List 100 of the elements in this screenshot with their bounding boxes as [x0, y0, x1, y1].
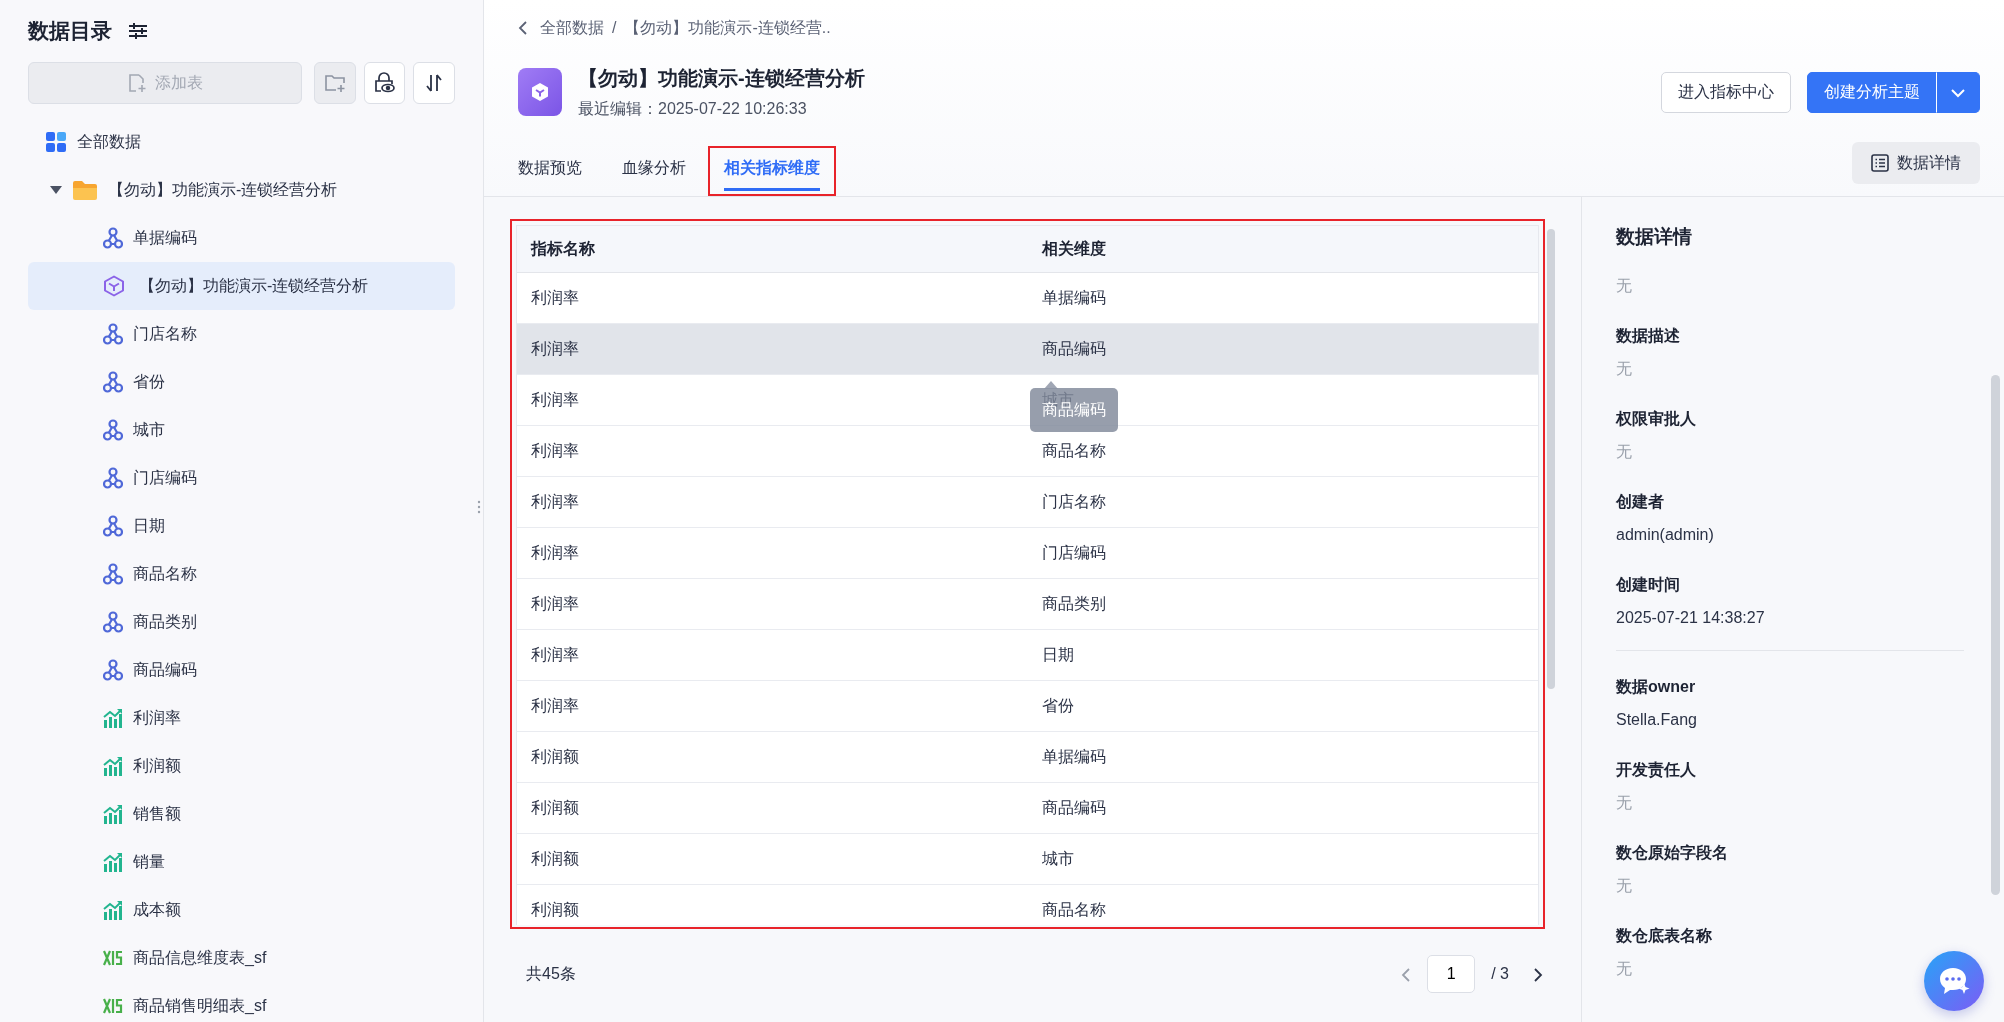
- tree-item[interactable]: 省份: [28, 358, 455, 406]
- field-label: 创建时间: [1616, 575, 1681, 595]
- network-icon: [103, 467, 123, 489]
- grid-icon: [45, 131, 67, 153]
- breadcrumb-separator: /: [612, 18, 617, 38]
- add-folder-button[interactable]: [313, 62, 356, 104]
- table-cell: 商品类别: [1027, 578, 1538, 629]
- table-cell: 单据编码: [1027, 731, 1538, 782]
- network-icon: [103, 515, 123, 537]
- tree-item[interactable]: 商品销售明细表_sf: [28, 982, 455, 1022]
- last-edited-text: 最近编辑：2025-07-22 10:26:33: [578, 99, 808, 119]
- tree-item[interactable]: 全部数据: [28, 118, 455, 166]
- tab[interactable]: 血缘分析: [606, 146, 702, 196]
- column-header: 指标名称: [517, 226, 1028, 272]
- tab[interactable]: 数据预览: [502, 146, 598, 196]
- tree-item[interactable]: 门店名称: [28, 310, 455, 358]
- field-label: 数据描述: [1616, 326, 1681, 346]
- network-icon: [103, 371, 123, 393]
- table-cell: 单据编码: [1027, 272, 1538, 323]
- dropdown-button[interactable]: [1936, 71, 1980, 113]
- visibility-button[interactable]: [363, 62, 406, 104]
- chevron-left-icon: [1401, 966, 1412, 983]
- tree-item[interactable]: 利润额: [28, 742, 455, 790]
- tree-item[interactable]: 商品编码: [28, 646, 455, 694]
- folder-plus-icon: [323, 73, 346, 93]
- breadcrumb-link[interactable]: 【勿动】功能演示-连锁经营..: [624, 16, 831, 40]
- list-icon: [1871, 154, 1889, 172]
- tree-item[interactable]: 【勿动】功能演示-连锁经营分析: [28, 166, 455, 214]
- field-label: 数仓底表名称: [1616, 926, 1713, 946]
- tree-item[interactable]: 商品名称: [28, 550, 455, 598]
- tab[interactable]: 相关指标维度: [708, 146, 836, 196]
- table-cell: 利润率: [517, 578, 1028, 629]
- table-cell: 商品编码: [1027, 782, 1538, 833]
- tree-item[interactable]: 商品类别: [28, 598, 455, 646]
- total-count: 共45条: [526, 964, 576, 984]
- bar-chart-icon: [103, 708, 123, 728]
- network-icon: [103, 611, 123, 633]
- drag-handle-icon: [477, 500, 481, 514]
- folder-icon: [72, 179, 98, 201]
- table-cell: 利润额: [517, 782, 1028, 833]
- tree-item[interactable]: 城市: [28, 406, 455, 454]
- table-cell: 商品名称: [1027, 425, 1538, 476]
- field-label: 数仓原始字段名: [1616, 843, 1729, 863]
- details-title: 数据详情: [1616, 225, 1693, 249]
- field-value: admin(admin): [1616, 525, 1715, 545]
- network-icon: [103, 227, 123, 249]
- create-topic-button[interactable]: 创建分析主题: [1807, 71, 1937, 113]
- filter-icon: [128, 21, 148, 41]
- page-count: / 3: [1491, 964, 1509, 984]
- table-cell: 利润率: [517, 680, 1028, 731]
- page-input[interactable]: 1: [1427, 955, 1476, 993]
- tree-item[interactable]: 成本额: [28, 886, 455, 934]
- metric-center-button[interactable]: 进入指标中心: [1661, 71, 1791, 113]
- network-icon: [103, 563, 123, 585]
- tree-item[interactable]: 单据编码: [28, 214, 455, 262]
- field-value: 2025-07-21 14:38:27: [1616, 608, 1766, 628]
- table-cell: 利润率: [517, 629, 1028, 680]
- sidebar-title: 数据目录: [28, 18, 112, 45]
- tree-item[interactable]: 商品信息维度表_sf: [28, 934, 455, 982]
- data-details-button[interactable]: 数据详情: [1852, 142, 1980, 184]
- caret-icon: [50, 186, 62, 194]
- field-value: 无: [1616, 876, 1633, 896]
- chat-icon: [1937, 965, 1971, 997]
- network-icon: [103, 419, 123, 441]
- table-cell: 利润率: [517, 272, 1028, 323]
- table-cell: 门店名称: [1027, 476, 1538, 527]
- bar-chart-icon: [103, 900, 123, 920]
- tree-item[interactable]: 日期: [28, 502, 455, 550]
- column-header: 相关维度: [1027, 226, 1538, 272]
- add-file-icon: [126, 73, 147, 93]
- tree-item[interactable]: 利润率: [28, 694, 455, 742]
- cube-icon: [103, 275, 125, 297]
- table-cell: 利润率: [517, 425, 1028, 476]
- field-value: Stella.Fang: [1616, 710, 1698, 730]
- chat-assistant-button[interactable]: [1924, 951, 1984, 1011]
- back-link[interactable]: 全部数据: [518, 16, 604, 40]
- lock-eye-icon: [373, 72, 396, 94]
- spreadsheet-icon: [103, 948, 123, 968]
- tree-item[interactable]: 门店编码: [28, 454, 455, 502]
- field-value: 无: [1616, 959, 1633, 979]
- field-value: 无: [1616, 276, 1633, 296]
- network-icon: [103, 323, 123, 345]
- tree-item[interactable]: 【勿动】功能演示-连锁经营分析: [28, 262, 455, 310]
- table-cell: 利润率: [517, 476, 1028, 527]
- tree-item[interactable]: 销量: [28, 838, 455, 886]
- field-label: 权限审批人: [1616, 409, 1697, 429]
- tree-item[interactable]: 销售额: [28, 790, 455, 838]
- field-label: 创建者: [1616, 492, 1665, 512]
- table-cell: 利润率: [517, 527, 1028, 578]
- scrollbar[interactable]: [1991, 375, 2000, 895]
- network-icon: [103, 659, 123, 681]
- sort-icon: [425, 73, 444, 93]
- table-cell: 门店编码: [1027, 527, 1538, 578]
- back-icon: [518, 20, 528, 36]
- field-value: 无: [1616, 793, 1633, 813]
- scrollbar[interactable]: [1547, 229, 1555, 689]
- table-cell: 利润率: [517, 374, 1028, 425]
- field-label: 开发责任人: [1616, 760, 1697, 781]
- table-cell: 日期: [1027, 629, 1538, 680]
- sort-button[interactable]: [413, 62, 455, 104]
